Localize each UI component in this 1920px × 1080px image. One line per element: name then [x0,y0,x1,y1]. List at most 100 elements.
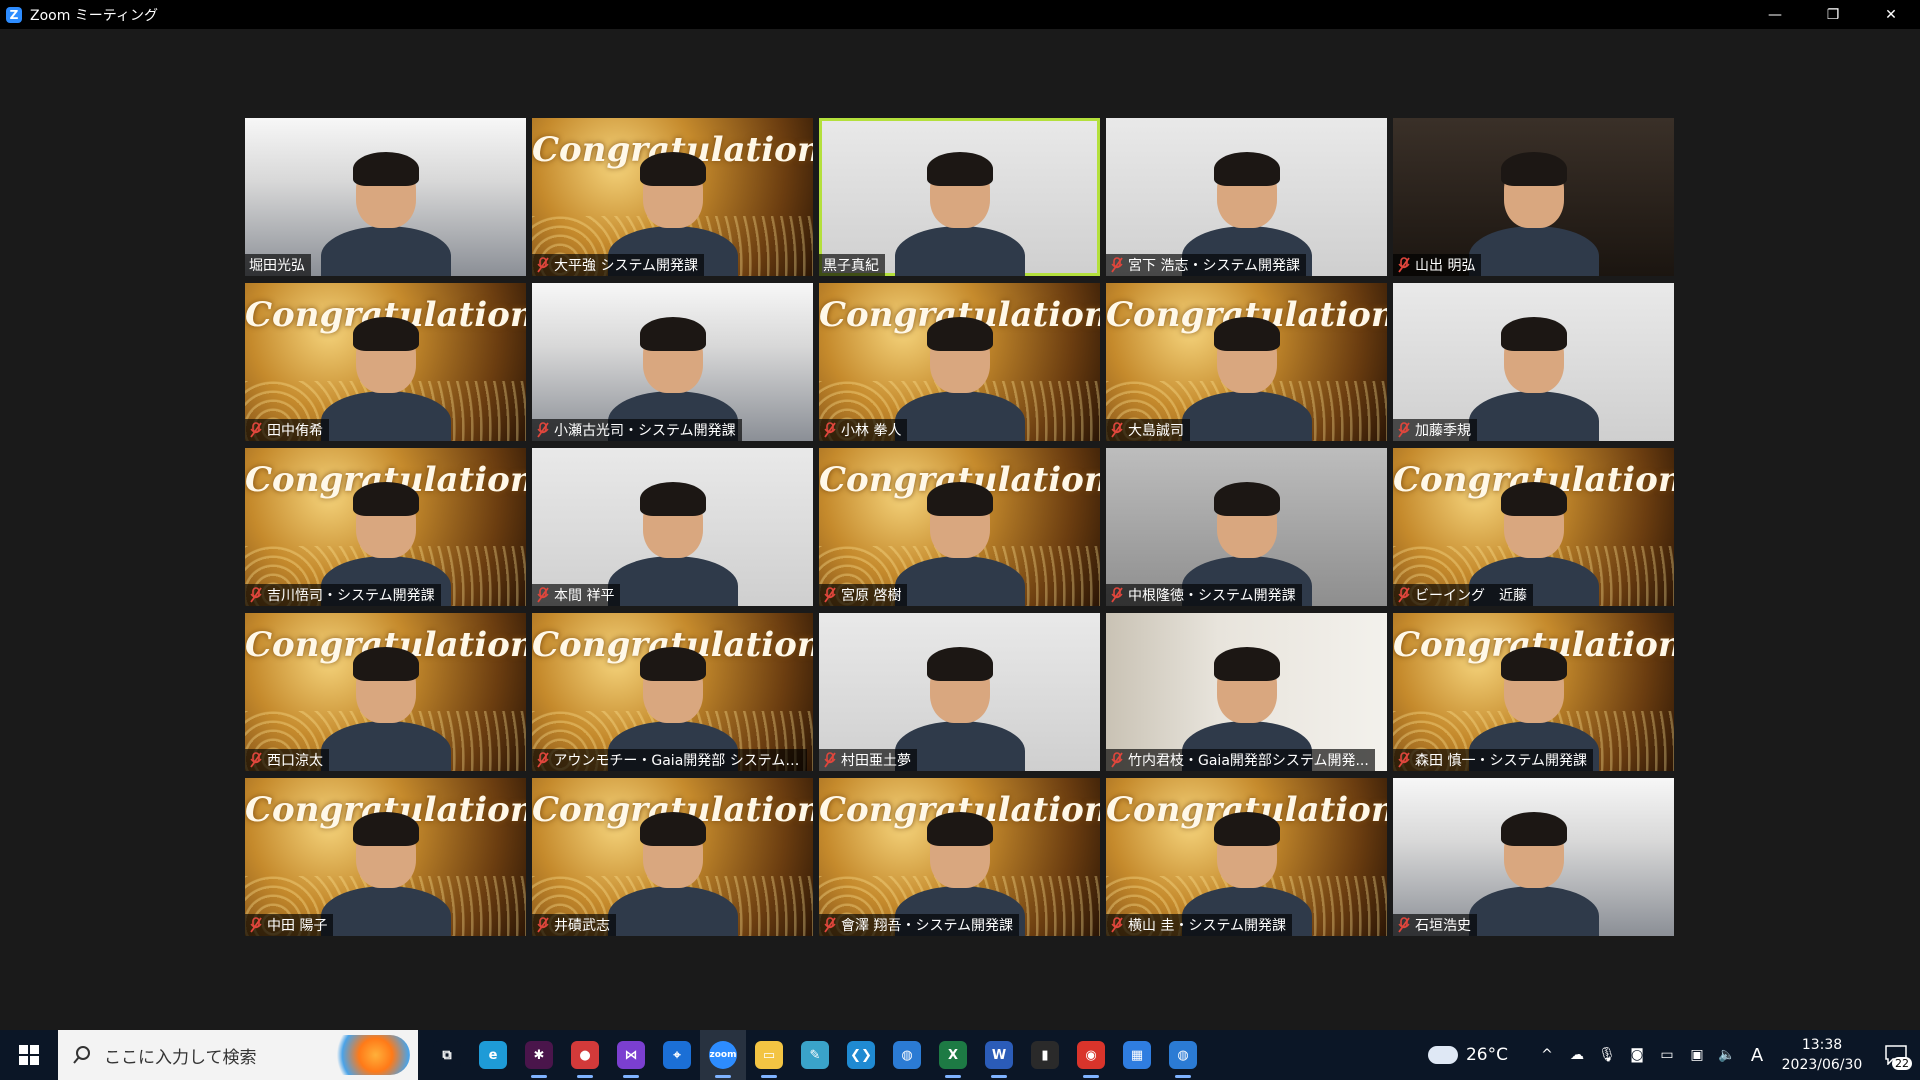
participant-tile[interactable]: Congratulations!西口涼太 [245,613,526,771]
participant-tile[interactable]: 小瀬古光司・システム開発課 [532,283,813,441]
search-highlight-icon [324,1035,410,1075]
network-icon[interactable]: ▣ [1682,1030,1712,1080]
app-sphere-icon: ◍ [1169,1041,1197,1069]
calendar-taskbar-button[interactable]: ▦ [1114,1030,1160,1080]
word-icon: W [985,1041,1013,1069]
slack-taskbar-button[interactable]: ✱ [516,1030,562,1080]
maps-taskbar-button[interactable]: ⌖ [654,1030,700,1080]
participant-tile[interactable]: 石垣浩史 [1393,778,1674,936]
participant-tile[interactable]: 中根隆徳・システム開発課 [1106,448,1387,606]
participant-name: 加藤季規 [1415,423,1471,439]
participant-nameplate: 山出 明弘 [1393,254,1482,276]
participant-tile[interactable]: Congratulations!中田 陽子 [245,778,526,936]
participant-tile[interactable]: Congratulations!宮原 啓樹 [819,448,1100,606]
participant-name: 竹内君枝・Gaia開発部システム開発... [1128,753,1369,769]
participant-name: 石垣浩史 [1415,918,1471,934]
battery-icon[interactable]: ▭ [1652,1030,1682,1080]
participant-tile[interactable]: Congratulations!吉川悟司・システム開発課 [245,448,526,606]
participant-tile[interactable]: Congratulations!森田 慎一・システム開発課 [1393,613,1674,771]
zoom-taskbar-button[interactable]: zoom [700,1030,746,1080]
participant-nameplate: 村田亜土夢 [819,749,917,771]
participant-nameplate: 宮原 啓樹 [819,584,908,606]
close-button[interactable]: ✕ [1862,0,1920,29]
zoom-logo-icon: Z [6,6,22,23]
app-globe-taskbar-button[interactable]: ◍ [884,1030,930,1080]
muted-microphone-icon [1110,917,1124,933]
participant-tile[interactable]: Congratulations!會澤 翔吾・システム開発課 [819,778,1100,936]
excel-icon: X [939,1041,967,1069]
muted-microphone-icon [536,752,549,768]
participant-tile[interactable]: 村田亜土夢 [819,613,1100,771]
participant-name: 村田亜土夢 [841,753,911,769]
muted-microphone-icon [249,422,263,438]
vscode-taskbar-button[interactable]: ❮❯ [838,1030,884,1080]
chat-taskbar-button[interactable]: ● [562,1030,608,1080]
muted-microphone-icon [249,587,263,603]
file-explorer-icon: ▭ [755,1041,783,1069]
edge-icon: e [479,1041,507,1069]
participant-tile[interactable]: Congratulations!横山 圭・システム開発課 [1106,778,1387,936]
participant-tile[interactable]: Congratulations!小林 拳人 [819,283,1100,441]
start-button[interactable] [0,1030,58,1080]
task-view-taskbar-button[interactable]: ⧉ [424,1030,470,1080]
chrome-taskbar-button[interactable]: ◉ [1068,1030,1114,1080]
participant-nameplate: 堀田光弘 [245,254,311,276]
weather-widget[interactable]: 26°C [1427,1045,1508,1065]
chevron-up-icon[interactable]: ^ [1532,1030,1562,1080]
cloud-icon [1427,1046,1458,1064]
camera-icon[interactable]: ◙ [1622,1030,1652,1080]
participant-video [311,641,461,771]
ime-indicator[interactable]: A [1742,1030,1772,1080]
participant-tile[interactable]: Congratulations!大平強 システム開発課 [532,118,813,276]
participant-tile[interactable]: Congratulations!アウンモチー・Gaia開発部 システム開... [532,613,813,771]
participant-name: アウンモチー・Gaia開発部 システム開... [553,753,801,769]
taskbar-search-box[interactable]: ここに入力して検索 [58,1030,418,1080]
participant-tile[interactable]: 竹内君枝・Gaia開発部システム開発... [1106,613,1387,771]
window-controls: — ❐ ✕ [1746,0,1920,29]
participant-name: 會澤 翔吾・システム開発課 [841,918,1014,934]
muted-microphone-icon [1397,257,1411,273]
file-explorer-taskbar-button[interactable]: ▭ [746,1030,792,1080]
participant-name: 中田 陽子 [267,918,328,934]
participant-name: ビーイング 近藤 [1415,588,1527,604]
clock[interactable]: 13:38 2023/06/30 [1772,1035,1872,1075]
word-taskbar-button[interactable]: W [976,1030,1022,1080]
visual-studio-icon: ⋈ [617,1041,645,1069]
participant-name: 西口涼太 [267,753,323,769]
volume-icon[interactable]: 🔈 [1712,1030,1742,1080]
minimize-button[interactable]: — [1746,0,1804,29]
muted-microphone-icon [536,422,550,438]
app-sphere-taskbar-button[interactable]: ◍ [1160,1030,1206,1080]
participant-tile[interactable]: 加藤季規 [1393,283,1674,441]
participant-video [311,311,461,441]
participant-tile[interactable]: 黒子真紀 [819,118,1100,276]
clock-time: 13:38 [1801,1037,1843,1053]
vscode-icon: ❮❯ [847,1041,875,1069]
zoom-icon: zoom [709,1041,737,1069]
participant-tile[interactable]: Congratulations!大島誠司 [1106,283,1387,441]
restore-button[interactable]: ❐ [1804,0,1862,29]
notification-center-button[interactable]: 22 [1872,1030,1920,1080]
microphone-icon[interactable]: 🎙 [1592,1030,1622,1080]
edge-taskbar-button[interactable]: e [470,1030,516,1080]
excel-taskbar-button[interactable]: X [930,1030,976,1080]
notepad-taskbar-button[interactable]: ✎ [792,1030,838,1080]
participant-nameplate: 會澤 翔吾・システム開発課 [819,914,1020,936]
participant-nameplate: 横山 圭・システム開発課 [1106,914,1293,936]
participant-tile[interactable]: 本間 祥平 [532,448,813,606]
terminal-taskbar-button[interactable]: ▮ [1022,1030,1068,1080]
participant-tile[interactable]: 堀田光弘 [245,118,526,276]
onedrive-icon[interactable]: ☁ [1562,1030,1592,1080]
visual-studio-taskbar-button[interactable]: ⋈ [608,1030,654,1080]
window-title: Zoom ミーティング [30,7,158,24]
participant-tile[interactable]: Congratulations!井磧武志 [532,778,813,936]
participant-name: 黒子真紀 [823,258,879,274]
participant-tile[interactable]: 山出 明弘 [1393,118,1674,276]
notification-count: 22 [1892,1057,1912,1070]
participant-tile[interactable]: Congratulations!ビーイング 近藤 [1393,448,1674,606]
participant-tile[interactable]: 宮下 浩志・システム開発課 [1106,118,1387,276]
muted-microphone-icon [823,917,837,933]
participant-tile[interactable]: Congratulations!田中侑希 [245,283,526,441]
title-bar: Z Zoom ミーティング — ❐ ✕ [0,0,1920,29]
participant-name: 大平強 システム開発課 [554,258,699,274]
